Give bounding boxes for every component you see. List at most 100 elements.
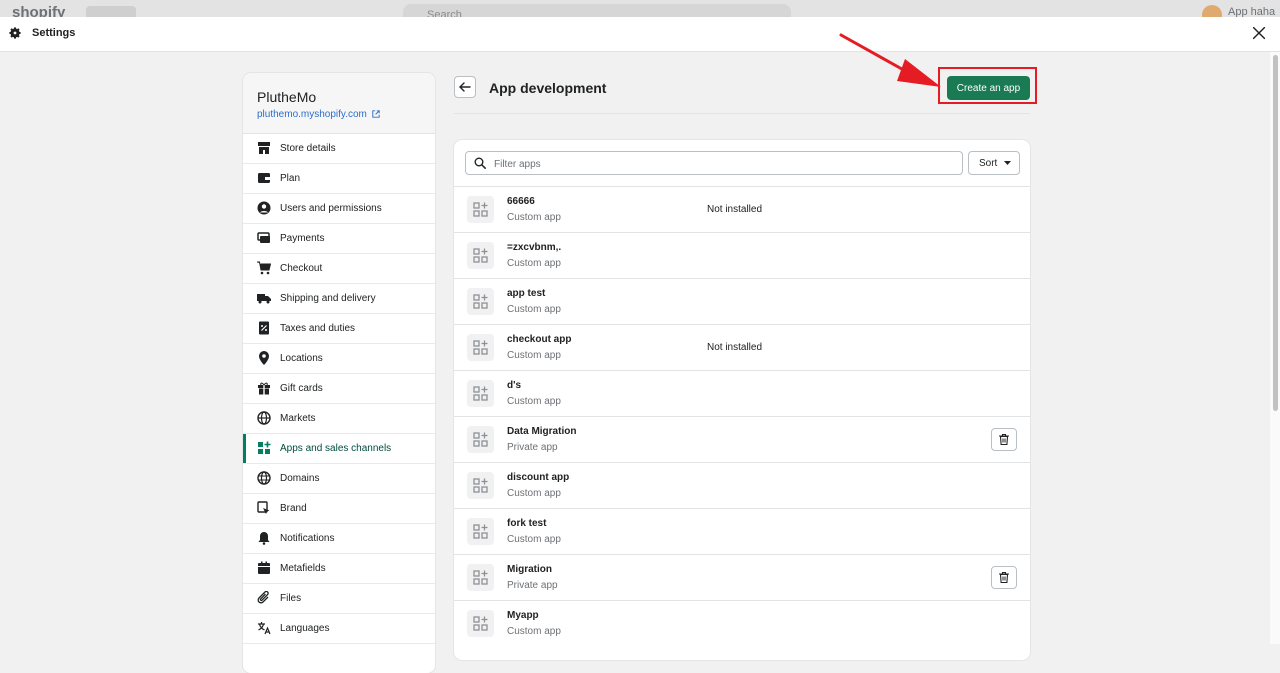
store-url-link[interactable]: pluthemo.myshopify.com	[257, 109, 380, 120]
sidebar-item-apps[interactable]: Apps and sales channels	[243, 434, 435, 464]
sidebar-item-label: Payments	[280, 233, 325, 244]
sidebar-item-markets[interactable]: Markets	[243, 404, 435, 434]
payments-icon	[257, 232, 270, 243]
sidebar-item-shipping[interactable]: Shipping and delivery	[243, 284, 435, 314]
app-name: d's	[507, 380, 522, 391]
cart-icon	[257, 261, 271, 275]
sidebar-item-label: Apps and sales channels	[280, 443, 392, 454]
list-item[interactable]: Myapp Custom app	[454, 600, 1030, 646]
sidebar-item-label: Users and permissions	[280, 203, 382, 214]
sidebar-item-taxes[interactable]: Taxes and duties	[243, 314, 435, 344]
app-placeholder-icon	[467, 196, 494, 223]
sidebar-item-label: Checkout	[280, 263, 323, 274]
sidebar-item-label: Store details	[280, 143, 336, 154]
sidebar-item-label: Plan	[280, 173, 301, 184]
delete-app-button[interactable]	[991, 428, 1017, 451]
sidebar-item-label: Markets	[280, 413, 316, 424]
divider	[454, 113, 1030, 114]
store-header: PlutheMo pluthemo.myshopify.com	[243, 73, 435, 134]
back-button[interactable]	[454, 76, 476, 98]
settings-header: Settings	[0, 17, 1280, 52]
app-type: Custom app	[507, 488, 561, 499]
sidebar-item-plan[interactable]: Plan	[243, 164, 435, 194]
sort-button[interactable]: Sort	[968, 151, 1020, 175]
metafields-icon	[258, 561, 270, 574]
sidebar-item-users[interactable]: Users and permissions	[243, 194, 435, 224]
location-pin-icon	[259, 351, 269, 365]
gift-icon	[258, 382, 270, 395]
sidebar-item-gift-cards[interactable]: Gift cards	[243, 374, 435, 404]
app-placeholder-icon	[467, 564, 494, 591]
create-app-button[interactable]: Create an app	[947, 76, 1030, 100]
user-name: App haha	[1228, 6, 1276, 17]
delete-app-button[interactable]	[991, 566, 1017, 589]
app-name: =zxcvbnm,.	[507, 242, 562, 253]
app-placeholder-icon	[467, 380, 494, 407]
sidebar-item-label: Gift cards	[280, 383, 323, 394]
list-item[interactable]: checkout app Custom app Not installed	[454, 324, 1030, 370]
list-item[interactable]: fork test Custom app	[454, 508, 1030, 554]
sidebar-item-domains[interactable]: Domains	[243, 464, 435, 494]
user-icon	[257, 201, 271, 215]
sidebar-item-label: Domains	[280, 473, 320, 484]
app-name: checkout app	[507, 334, 572, 345]
truck-icon	[257, 294, 271, 304]
paperclip-icon	[257, 591, 269, 604]
app-placeholder-icon	[467, 472, 494, 499]
globe-icon	[257, 411, 271, 425]
app-type: Custom app	[507, 304, 561, 315]
sidebar-item-metafields[interactable]: Metafields	[243, 554, 435, 584]
gear-icon	[9, 27, 21, 39]
app-name: app test	[507, 288, 546, 299]
brand-icon	[257, 501, 270, 514]
sidebar-item-notifications[interactable]: Notifications	[243, 524, 435, 554]
list-item[interactable]: =zxcvbnm,. Custom app	[454, 232, 1030, 278]
settings-nav: Store details Plan Users and permissions…	[243, 134, 435, 644]
sidebar-item-payments[interactable]: Payments	[243, 224, 435, 254]
sidebar-item-languages[interactable]: Languages	[243, 614, 435, 644]
app-placeholder-icon	[467, 288, 494, 315]
sidebar-item-label: Taxes and duties	[280, 323, 356, 334]
list-item[interactable]: d's Custom app	[454, 370, 1030, 416]
app-status: Not installed	[707, 204, 763, 215]
scrollbar-thumb[interactable]	[1273, 55, 1278, 411]
app-name: Myapp	[507, 610, 539, 621]
app-type: Private app	[507, 442, 558, 453]
filter-apps-input[interactable]	[492, 155, 956, 173]
app-type: Custom app	[507, 396, 561, 407]
filter-field[interactable]	[465, 151, 963, 175]
list-item[interactable]: app test Custom app	[454, 278, 1030, 324]
app-type: Custom app	[507, 212, 561, 223]
sidebar-item-files[interactable]: Files	[243, 584, 435, 614]
list-item[interactable]: 66666 Custom app Not installed	[454, 186, 1030, 232]
sidebar-item-label: Languages	[280, 623, 330, 634]
search-icon	[474, 157, 486, 169]
apps-icon	[258, 441, 271, 454]
sidebar-item-store-details[interactable]: Store details	[243, 134, 435, 164]
translate-icon	[258, 622, 271, 635]
list-item[interactable]: Data Migration Private app	[454, 416, 1030, 462]
app-list-card: Sort 66666 Custom app Not installed =zxc…	[454, 140, 1030, 660]
shopify-logo: shopify	[12, 4, 66, 17]
sidebar-item-locations[interactable]: Locations	[243, 344, 435, 374]
settings-title: Settings	[32, 27, 76, 39]
sidebar-item-label: Metafields	[280, 563, 326, 574]
sidebar-item-brand[interactable]: Brand	[243, 494, 435, 524]
store-url-text[interactable]: pluthemo.myshopify.com	[257, 109, 367, 120]
list-item[interactable]: discount app Custom app	[454, 462, 1030, 508]
list-item[interactable]: Migration Private app	[454, 554, 1030, 600]
domain-globe-icon	[257, 471, 271, 485]
app-placeholder-icon	[467, 426, 494, 453]
app-type: Custom app	[507, 534, 561, 545]
close-icon[interactable]	[1250, 24, 1268, 42]
app-name: Migration	[507, 564, 552, 575]
app-placeholder-icon	[467, 334, 494, 361]
app-list: 66666 Custom app Not installed =zxcvbnm,…	[454, 186, 1030, 646]
store-name: PlutheMo	[257, 89, 317, 105]
sidebar-item-checkout[interactable]: Checkout	[243, 254, 435, 284]
app-type: Custom app	[507, 258, 561, 269]
sidebar-item-label: Notifications	[280, 533, 335, 544]
sort-label: Sort	[979, 158, 998, 169]
app-name: fork test	[507, 518, 547, 529]
app-name: 66666	[507, 196, 535, 207]
